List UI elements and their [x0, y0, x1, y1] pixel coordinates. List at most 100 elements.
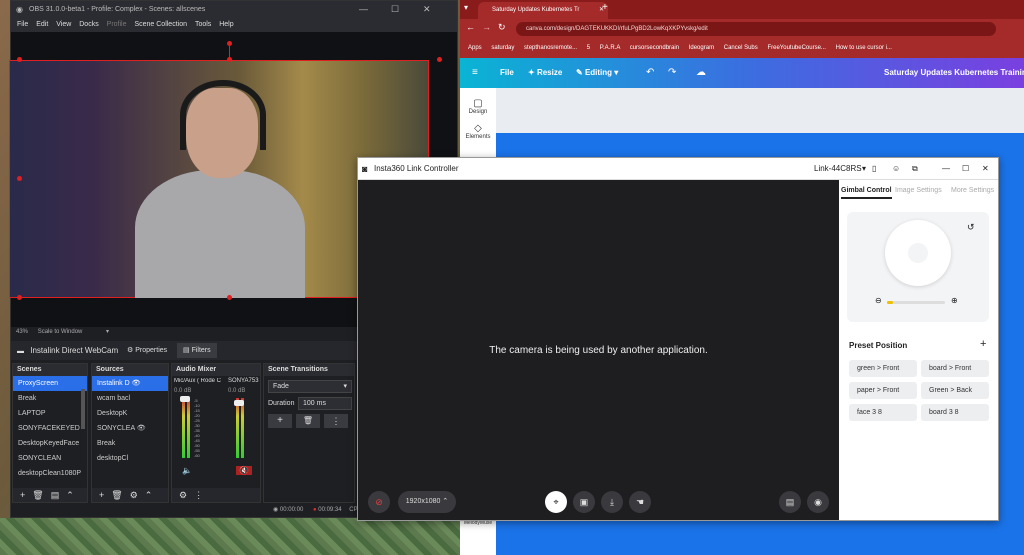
address-bar[interactable]: canva.com/design/DAGTEKUKKDI/rfuLPgBD2Lo… — [516, 22, 996, 36]
bookmark-item[interactable]: FreeYoutubeCourse... — [767, 45, 825, 51]
resize-handle[interactable] — [17, 57, 22, 62]
insta360-title-bar[interactable]: ◙ Insta360 Link Controller Link-44C8RS ▾… — [358, 158, 998, 180]
cloud-sync-icon[interactable]: ☁ — [696, 58, 706, 88]
bookmark-item[interactable]: 5 — [587, 45, 590, 51]
source-item[interactable]: wcam bacl — [92, 391, 168, 406]
menu-icon[interactable]: ≡ — [472, 58, 478, 88]
menu-profile[interactable]: Profile — [107, 21, 127, 28]
properties-button[interactable]: ⚙ Properties — [121, 343, 173, 358]
bookmark-item[interactable]: Cancel Subs — [724, 45, 758, 51]
gesture-icon[interactable]: ☚ — [629, 491, 651, 513]
reset-icon[interactable]: ↺ — [967, 222, 975, 233]
eye-icon[interactable]: 👁 — [132, 380, 141, 387]
more-icon[interactable]: ⋮ — [194, 490, 203, 500]
source-item[interactable]: DesktopK — [92, 406, 168, 421]
volume-slider-1[interactable] — [180, 396, 190, 402]
gear-icon[interactable]: ⚙ — [179, 490, 187, 500]
resize-handle[interactable] — [227, 57, 232, 62]
elements-icon[interactable]: ◇ — [460, 123, 496, 134]
volume-slider-2[interactable] — [234, 400, 244, 406]
trash-icon[interactable]: 🗑 — [296, 414, 320, 428]
feedback-icon[interactable]: ☺ — [892, 158, 900, 180]
add-transition-button[interactable]: + — [268, 414, 292, 428]
zoom-in-icon[interactable]: ⊕ — [951, 296, 958, 305]
add-icon[interactable]: + — [99, 490, 104, 500]
up-icon[interactable]: ⌃ — [145, 490, 153, 500]
add-preset-icon[interactable]: + — [980, 338, 986, 350]
preset-button[interactable]: board 3 8 — [921, 404, 989, 421]
canva-doc-title[interactable]: Saturday Updates Kubernetes Training v — [884, 58, 1024, 88]
record-icon[interactable]: ◉ — [807, 491, 829, 513]
undo-icon[interactable]: ↶ — [646, 58, 654, 88]
transition-select[interactable]: Fade ▾ — [268, 380, 352, 393]
filters-button[interactable]: ▤ Filters — [177, 343, 217, 358]
redo-icon[interactable]: ↷ — [668, 58, 676, 88]
muted-speaker-icon[interactable]: 🔇 — [236, 466, 252, 475]
preset-button[interactable]: paper > Front — [849, 382, 917, 399]
scene-item[interactable]: LAPTOP — [13, 406, 87, 421]
trash-icon[interactable]: 🗑 — [111, 490, 122, 500]
forward-icon[interactable]: → — [482, 22, 491, 32]
zoom-mode[interactable]: Scale to Window — [38, 329, 83, 335]
speaker-icon[interactable]: 🔈 — [182, 466, 192, 475]
tab-gimbal-control[interactable]: Gimbal Control — [841, 187, 892, 199]
tab-image-settings[interactable]: Image Settings — [895, 187, 942, 194]
filter-icon[interactable]: ▤ — [51, 490, 60, 500]
up-icon[interactable]: ⌃ — [66, 490, 74, 500]
scene-item[interactable]: ProxyScreen — [13, 376, 87, 391]
menu-file[interactable]: File — [17, 21, 28, 28]
resize-handle[interactable] — [227, 295, 232, 300]
menu-scene-collection[interactable]: Scene Collection — [134, 21, 187, 28]
chevron-down-icon[interactable]: ▾ — [862, 158, 866, 180]
resize-handle[interactable] — [17, 176, 22, 181]
gimbal-joystick[interactable] — [885, 220, 951, 286]
scene-item[interactable]: DesktopKeyedFace — [13, 436, 87, 451]
scene-item[interactable]: SONYFACEKEYED — [13, 421, 87, 436]
resolution-button[interactable]: 1920x1080 ⌃ — [398, 491, 456, 513]
close-icon[interactable]: ✕ — [982, 158, 989, 180]
display-icon[interactable]: ⧉ — [912, 158, 918, 180]
source-item[interactable]: desktopCl — [92, 451, 168, 466]
joystick-knob[interactable] — [908, 243, 928, 263]
canva-editing-button[interactable]: ✎ Editing ▾ — [576, 58, 618, 88]
resize-handle[interactable] — [437, 57, 442, 62]
menu-view[interactable]: View — [56, 21, 71, 28]
design-icon[interactable]: ▢ — [460, 98, 496, 109]
source-item[interactable]: Instalink D 👁 — [92, 376, 168, 391]
duration-input[interactable]: 100 ms — [298, 397, 352, 410]
scene-item[interactable]: Break — [13, 391, 87, 406]
close-icon[interactable]: ✕ — [423, 1, 431, 18]
new-tab-icon[interactable]: + — [602, 2, 608, 13]
obs-title-bar[interactable]: ◉ OBS 31.0.0-beta1 - Profile: Complex - … — [11, 1, 457, 18]
preset-button[interactable]: face 3 8 — [849, 404, 917, 421]
tab-search-icon[interactable]: ▾ — [464, 3, 468, 12]
preset-button[interactable]: green > Front — [849, 360, 917, 377]
bookmark-item[interactable]: P.A.R.A — [600, 45, 620, 51]
scene-item[interactable]: SONYCLEAN — [13, 451, 87, 466]
menu-tools[interactable]: Tools — [195, 21, 211, 28]
bookmark-item[interactable]: cursorsecondbrain — [630, 45, 679, 51]
camera-off-icon[interactable]: ⊘ — [368, 491, 390, 513]
preset-button[interactable]: board > Front — [921, 360, 989, 377]
canva-resize-button[interactable]: ✦ Resize — [528, 58, 562, 88]
menu-help[interactable]: Help — [219, 21, 233, 28]
more-icon[interactable]: ⋮ — [324, 414, 348, 428]
preset-button[interactable]: Green > Back — [921, 382, 989, 399]
screenshot-icon[interactable]: ▤ — [779, 491, 801, 513]
minimize-icon[interactable]: — — [942, 158, 950, 180]
bookmark-item[interactable]: stepthanosremote... — [524, 45, 577, 51]
chevron-down-icon[interactable]: ▾ — [106, 329, 109, 335]
scenes-scrollbar[interactable] — [81, 389, 85, 429]
reload-icon[interactable]: ↻ — [498, 22, 506, 33]
bookmark-item[interactable]: How to use cursor i... — [836, 45, 892, 51]
device-name[interactable]: Link-44C8RS — [814, 158, 862, 180]
device-icon[interactable]: ▯ — [872, 158, 876, 180]
maximize-icon[interactable]: ☐ — [962, 158, 969, 180]
menu-docks[interactable]: Docks — [79, 21, 98, 28]
canva-file-menu[interactable]: File — [500, 58, 514, 88]
source-item[interactable]: Break — [92, 436, 168, 451]
whiteboard-icon[interactable]: ▣ — [573, 491, 595, 513]
menu-edit[interactable]: Edit — [36, 21, 48, 28]
add-icon[interactable]: + — [20, 490, 25, 500]
trash-icon[interactable]: 🗑 — [32, 490, 43, 500]
